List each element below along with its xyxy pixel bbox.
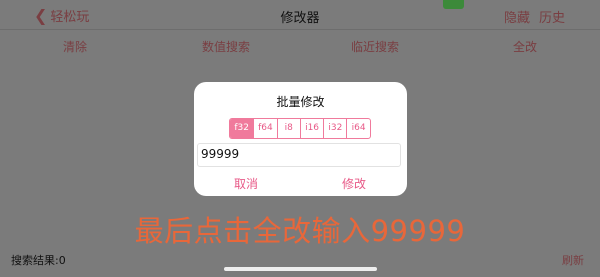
modify-all-button[interactable]: 全改 [513,38,537,55]
header-actions: 隐藏 历史 [504,7,565,26]
instruction-caption: 最后点击全改输入99999 [134,214,466,248]
refresh-button[interactable]: 刷新 [562,252,584,268]
type-option-i64[interactable]: i64 [346,119,369,138]
home-indicator[interactable] [224,267,377,271]
hide-button[interactable]: 隐藏 [504,7,530,26]
confirm-modify-button[interactable]: 修改 [342,175,366,192]
history-button[interactable]: 历史 [539,7,565,26]
type-option-i32[interactable]: i32 [323,119,346,138]
cancel-button[interactable]: 取消 [234,175,258,192]
search-result-count: 搜索结果:0 [11,254,66,267]
nearby-search-button[interactable]: 临近搜索 [351,38,399,55]
action-menu: 清除 数值搜索 临近搜索 全改 [0,30,600,62]
type-option-i16[interactable]: i16 [299,119,323,138]
type-option-i8[interactable]: i8 [276,119,300,138]
value-search-button[interactable]: 数值搜索 [202,38,250,55]
toggle-indicator[interactable] [443,0,464,9]
clear-button[interactable]: 清除 [63,38,87,55]
type-selector: f32 f64 i8 i16 i32 i64 [229,118,371,139]
type-option-f64[interactable]: f64 [253,119,276,138]
value-input[interactable]: 99999 [197,143,401,167]
top-bar: ❮ 轻松玩 修改器 隐藏 历史 [0,0,600,30]
type-option-f32[interactable]: f32 [230,119,254,138]
dialog-title: 批量修改 [276,95,325,109]
batch-modify-dialog: 批量修改 f32 f64 i8 i16 i32 i64 99999 取消 修改 [194,82,407,196]
